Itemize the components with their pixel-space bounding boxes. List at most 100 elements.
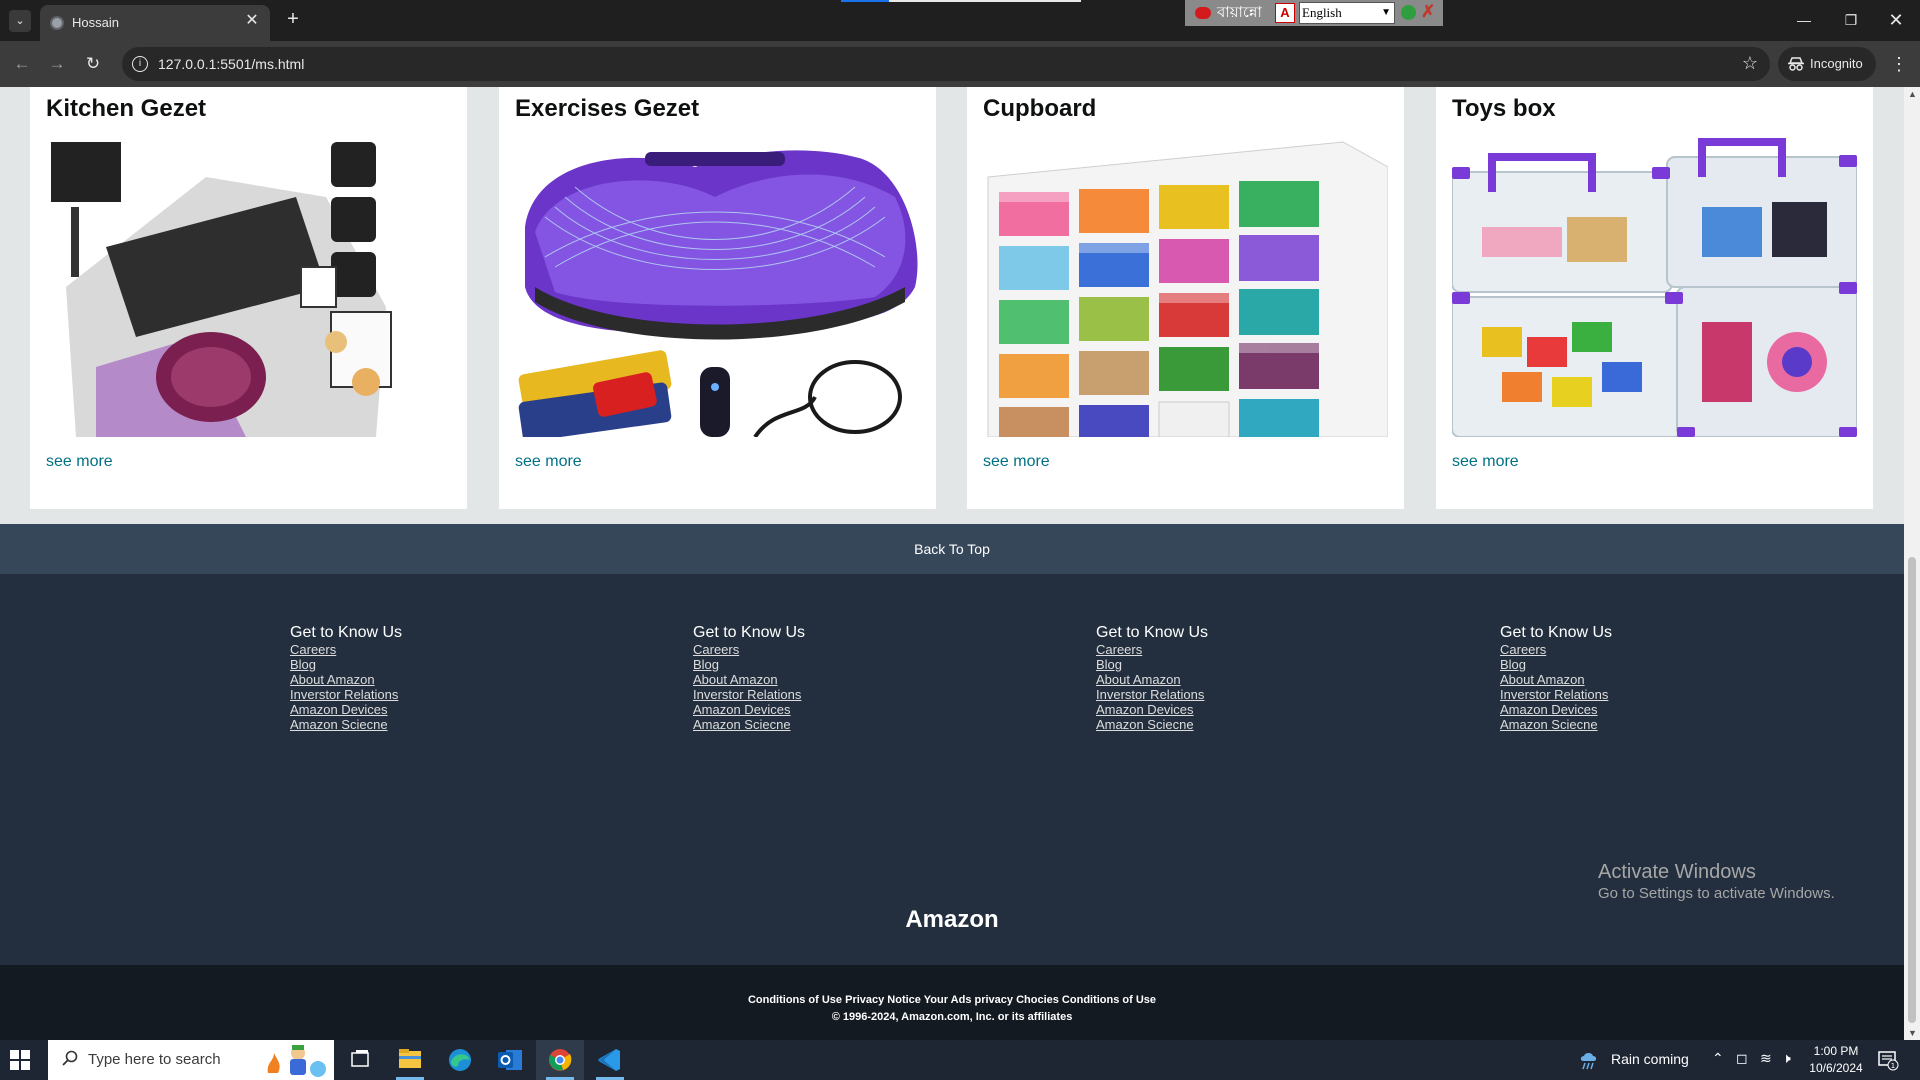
rain-weather-icon[interactable]: [1578, 1049, 1600, 1071]
card-title: Toys box: [1452, 95, 1556, 122]
see-more-link[interactable]: see more: [515, 453, 582, 471]
footer-link-careers[interactable]: Careers: [1096, 642, 1396, 657]
footer-link-amazon-devices[interactable]: Amazon Devices: [1500, 702, 1800, 717]
task-view-icon[interactable]: [336, 1040, 384, 1080]
page-load-indicator-accent: [841, 0, 889, 2]
footer-copyright: © 1996-2024, Amazon.com, Inc. or its aff…: [831, 1011, 1073, 1023]
footer-link-about-amazon[interactable]: About Amazon: [1500, 672, 1800, 687]
footer-link-blog[interactable]: Blog: [290, 657, 590, 672]
close-icon[interactable]: ✕: [242, 11, 262, 31]
footer-link-careers[interactable]: Careers: [693, 642, 993, 657]
notification-center-icon[interactable]: 1: [1877, 1049, 1899, 1071]
incognito-icon: [1788, 57, 1804, 71]
clock[interactable]: 1:00 PM 10/6/2024: [1800, 1043, 1872, 1077]
weather-text[interactable]: Rain coming: [1611, 1051, 1689, 1067]
notification-count: 1: [1891, 1062, 1895, 1070]
see-more-link[interactable]: see more: [983, 453, 1050, 471]
footer-link-careers[interactable]: Careers: [1500, 642, 1800, 657]
new-tab-button[interactable]: +: [281, 7, 305, 31]
keyboard-language-select[interactable]: English ▼: [1299, 2, 1395, 24]
taskbar-search-placeholder: Type here to search: [88, 1051, 221, 1068]
url-text[interactable]: 127.0.0.1:5501/ms.html: [158, 56, 304, 72]
footer-link-amazon-science[interactable]: Amazon Sciecne: [290, 717, 590, 732]
footer-link-blog[interactable]: Blog: [693, 657, 993, 672]
card-title: Exercises Gezet: [515, 95, 700, 122]
footer-link-about-amazon[interactable]: About Amazon: [290, 672, 590, 687]
meet-now-icon[interactable]: ◻: [1736, 1050, 1748, 1067]
back-to-top-button[interactable]: Back To Top: [0, 524, 1904, 574]
footer-link-investor-relations[interactable]: Inverstor Relations: [1500, 687, 1800, 702]
scrollbar-thumb[interactable]: [1908, 557, 1916, 1023]
page-scrollbar[interactable]: ▲ ▼: [1904, 87, 1920, 1040]
site-info-icon[interactable]: i: [132, 56, 148, 72]
watermark-subtitle: Go to Settings to activate Windows.: [1598, 885, 1835, 902]
exercise-gadget-image[interactable]: [515, 137, 920, 437]
footer-link-about-amazon[interactable]: About Amazon: [693, 672, 993, 687]
browser-toolbar: ← → ↻ i 127.0.0.1:5501/ms.html ☆ Incogni…: [0, 41, 1920, 87]
browser-tab[interactable]: Hossain ✕: [40, 5, 270, 41]
footer-link-amazon-devices[interactable]: Amazon Devices: [290, 702, 590, 717]
category-card: Exercises Gezet see more: [499, 87, 936, 509]
windows-start-icon[interactable]: [10, 1050, 30, 1070]
tab-title: Hossain: [72, 15, 119, 30]
footer-column-heading: Get to Know Us: [290, 624, 403, 641]
file-explorer-icon[interactable]: [386, 1040, 434, 1080]
category-card: Toys box see more: [1436, 87, 1873, 509]
vscode-icon[interactable]: [586, 1040, 634, 1080]
footer-link-amazon-devices[interactable]: Amazon Devices: [1096, 702, 1396, 717]
outlook-icon[interactable]: [486, 1040, 534, 1080]
footer-column: Get to Know Us Careers Blog About Amazon…: [1096, 624, 1396, 732]
network-icon[interactable]: ≋: [1760, 1050, 1772, 1067]
taskbar-search-box[interactable]: Type here to search: [48, 1040, 334, 1080]
footer-conditions-links[interactable]: Conditions of Use Privacy Notice Your Ad…: [0, 992, 1904, 1009]
scroll-down-icon[interactable]: ▼: [1908, 1028, 1917, 1038]
browser-tab-bar: ⌄ Hossain ✕ + বায়ান্নো A English ▼ ✗ — …: [0, 0, 1920, 41]
keyboard-layout-bar: বায়ান্নো A English ▼ ✗: [1185, 0, 1443, 26]
footer-link-amazon-devices[interactable]: Amazon Devices: [693, 702, 993, 717]
footer-link-amazon-science[interactable]: Amazon Sciecne: [1500, 717, 1800, 732]
footer-link-investor-relations[interactable]: Inverstor Relations: [1096, 687, 1396, 702]
scroll-up-icon[interactable]: ▲: [1908, 89, 1917, 99]
back-arrow-icon[interactable]: ←: [11, 53, 33, 75]
category-cards: Kitchen Gezet see more Exercises Gezet s…: [0, 87, 1904, 509]
search-icon: [62, 1050, 78, 1066]
tab-search-icon[interactable]: ⌄: [9, 10, 31, 32]
footer-column: Get to Know Us Careers Blog About Amazon…: [290, 624, 590, 732]
cupboard-image[interactable]: [983, 137, 1388, 437]
reload-icon[interactable]: ↻: [82, 53, 104, 75]
more-options-icon[interactable]: ⋮: [1888, 53, 1910, 75]
see-more-link[interactable]: see more: [1452, 453, 1519, 471]
footer-link-careers[interactable]: Careers: [290, 642, 590, 657]
keyboard-layout-label[interactable]: বায়ান্নো: [1189, 2, 1268, 24]
footer-link-investor-relations[interactable]: Inverstor Relations: [290, 687, 590, 702]
footer-link-blog[interactable]: Blog: [1096, 657, 1396, 672]
card-title: Cupboard: [983, 95, 1097, 122]
edge-browser-icon[interactable]: [436, 1040, 484, 1080]
see-more-link[interactable]: see more: [46, 453, 113, 471]
status-ok-icon[interactable]: [1401, 5, 1416, 20]
incognito-indicator[interactable]: Incognito: [1778, 47, 1876, 81]
footer-link-blog[interactable]: Blog: [1500, 657, 1800, 672]
card-title: Kitchen Gezet: [46, 95, 207, 122]
footer-column-heading: Get to Know Us: [1500, 624, 1613, 641]
kitchen-gadget-image[interactable]: [46, 137, 451, 437]
address-bar[interactable]: i 127.0.0.1:5501/ms.html ☆: [122, 47, 1770, 81]
toys-box-image[interactable]: [1452, 137, 1857, 437]
footer-link-amazon-science[interactable]: Amazon Sciecne: [693, 717, 993, 732]
show-hidden-icons-icon[interactable]: ⌃: [1712, 1050, 1724, 1067]
volume-icon[interactable]: 🕨: [1782, 1050, 1791, 1067]
forward-arrow-icon[interactable]: →: [46, 53, 68, 75]
close-keyboard-icon[interactable]: ✗: [1421, 2, 1435, 22]
bookmark-star-icon[interactable]: ☆: [1742, 53, 1758, 74]
font-a-icon[interactable]: A: [1275, 3, 1295, 23]
chrome-icon[interactable]: [536, 1040, 584, 1080]
footer-link-investor-relations[interactable]: Inverstor Relations: [693, 687, 993, 702]
window-close-button[interactable]: ✕: [1876, 8, 1916, 32]
watermark-title: Activate Windows: [1598, 861, 1756, 883]
restore-button[interactable]: ❐: [1831, 8, 1871, 32]
footer-link-about-amazon[interactable]: About Amazon: [1096, 672, 1396, 687]
minimize-button[interactable]: —: [1784, 8, 1824, 32]
chevron-down-icon: ▼: [1381, 7, 1391, 18]
clock-date: 10/6/2024: [1809, 1061, 1863, 1075]
footer-link-amazon-science[interactable]: Amazon Sciecne: [1096, 717, 1396, 732]
